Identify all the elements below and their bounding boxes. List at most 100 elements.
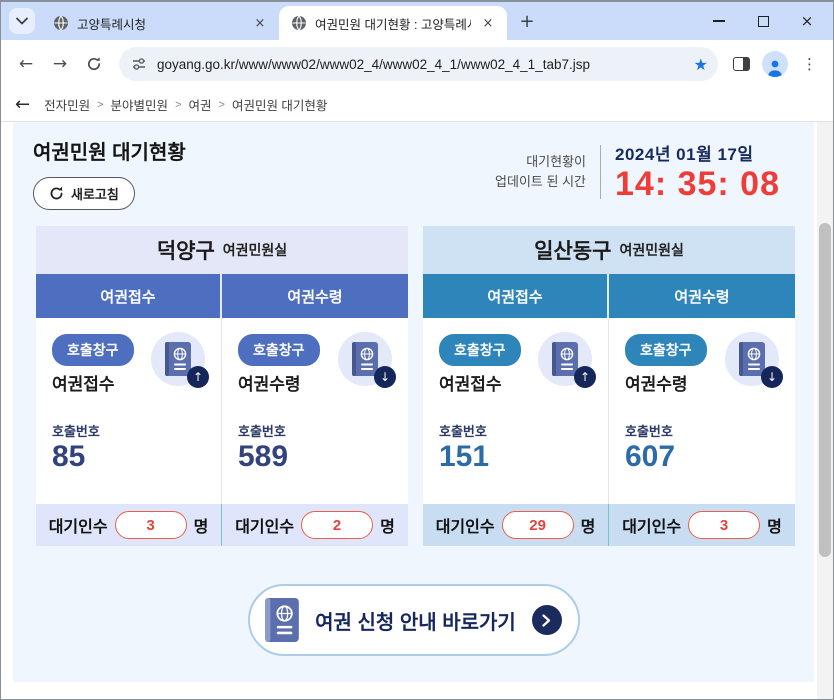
passport-status-section: 여권민원 대기현황 새로고침 대기현황이 업데이트 된 시간 [13,122,814,682]
service-cell: 호출창구 여권접수 ↑ [423,318,609,504]
maximize-button[interactable] [741,2,785,40]
breadcrumb-separator: > [219,99,225,111]
arrow-down-badge-icon: ↓ [374,366,396,388]
refresh-label: 새로고침 [71,184,119,203]
passport-icon: ↑ [151,332,205,386]
breadcrumb-item[interactable]: 여권 [189,95,212,114]
update-time-block: 대기현황이 업데이트 된 시간 2024년 01월 17일 14: 35: 08 [495,140,794,204]
waiting-label: 대기인수 [49,513,108,537]
district-name: 일산동구 [534,235,611,265]
tab-close-icon[interactable]: × [251,14,269,32]
chevron-down-icon [16,17,28,25]
waiting-unit: 명 [380,513,395,537]
profile-avatar[interactable] [762,51,788,77]
menu-button[interactable]: ⋮ [796,55,823,73]
passport-icon: ↓ [725,332,779,386]
chevron-right-icon [532,605,562,635]
breadcrumb-back-arrow[interactable]: ← [15,96,30,114]
tab-search-button[interactable] [9,8,35,34]
breadcrumb: 전자민원 > 분야별민원 > 여권 > 여권민원 대기현황 [44,95,327,114]
service-cell: 호출창구 여권접수 ↑ [36,318,222,504]
minimize-button[interactable] [697,2,741,40]
arrow-down-badge-icon: ↓ [761,366,783,388]
call-number-label: 호출번호 [439,421,592,440]
service-label: 여권접수 [52,370,134,395]
waiting-label: 대기인수 [436,513,495,537]
page-title: 여권민원 대기현황 [33,136,186,165]
forward-button[interactable]: → [45,49,75,79]
tab-strip: 고양특례시청 × 여권민원 대기현황 : 고양특례시 × + × [1,2,833,40]
passport-icon: ↓ [338,332,392,386]
reload-button[interactable] [79,49,109,79]
column-header-receive: 여권접수 [423,274,609,318]
call-number-value: 607 [625,440,779,475]
breadcrumb-separator: > [175,99,181,111]
refresh-icon [49,186,64,201]
call-window-button[interactable]: 호출창구 [439,334,521,366]
update-time-label: 대기현황이 업데이트 된 시간 [495,152,586,192]
waiting-label: 대기인수 [235,513,294,537]
url-text[interactable]: goyang.go.kr/www/www02/www02_4/www02_4_1… [157,57,684,72]
tab-goyang-city[interactable]: 고양특례시청 × [41,6,279,40]
service-label: 여권접수 [439,370,521,395]
service-cell: 호출창구 여권수령 ↓ [222,318,408,504]
breadcrumb-item[interactable]: 분야별민원 [111,95,169,114]
scrollbar-thumb[interactable] [819,223,831,557]
guide-button-label: 여권 신청 안내 바로가기 [315,606,516,635]
new-tab-button[interactable]: + [513,7,541,35]
tab-close-icon[interactable]: × [479,14,497,32]
column-header-pickup: 여권수령 [609,274,795,318]
panel-deogyang: 덕양구 여권민원실 여권접수 여권수령 호출창구 여권접수 [36,226,408,546]
site-info-icon [131,56,147,72]
district-panels: 덕양구 여권민원실 여권접수 여권수령 호출창구 여권접수 [36,226,814,546]
call-window-button[interactable]: 호출창구 [52,334,134,366]
refresh-button[interactable]: 새로고침 [33,177,135,210]
waiting-count-cell: 대기인수 3 명 [609,504,795,546]
waiting-unit: 명 [767,513,782,537]
panel-header: 일산동구 여권민원실 [423,226,795,274]
call-window-button[interactable]: 호출창구 [625,334,707,366]
update-date: 2024년 01월 17일 [615,140,780,165]
call-number-value: 589 [238,440,392,475]
tab-title: 고양특례시청 [77,14,243,33]
url-bar[interactable]: goyang.go.kr/www/www02/www02_4/www02_4_1… [119,47,718,81]
call-window-button[interactable]: 호출창구 [238,334,320,366]
side-panel-button[interactable] [733,57,750,71]
bookmark-star-icon[interactable]: ★ [694,55,708,74]
service-cell: 호출창구 여권수령 ↓ [609,318,795,504]
breadcrumb-separator: > [97,99,103,111]
waiting-label: 대기인수 [622,513,681,537]
passport-guide-button[interactable]: 여권 신청 안내 바로가기 [248,584,580,656]
district-name: 덕양구 [157,235,215,265]
call-number-value: 151 [439,440,592,475]
panel-ilsandong: 일산동구 여권민원실 여권접수 여권수령 호출창구 여권접수 [423,226,795,546]
call-number-label: 호출번호 [625,421,779,440]
page-header: 여권민원 대기현황 새로고침 대기현황이 업데이트 된 시간 [13,122,814,210]
passport-icon [265,598,299,642]
update-time: 14: 35: 08 [615,165,780,204]
waiting-count-pill: 2 [301,511,373,539]
back-button[interactable]: ← [11,49,41,79]
service-label: 여권수령 [625,370,707,395]
page-content: 여권민원 대기현황 새로고침 대기현황이 업데이트 된 시간 [1,122,833,700]
call-number-label: 호출번호 [238,421,392,440]
waiting-count-cell: 대기인수 29 명 [423,504,609,546]
globe-icon [53,15,69,31]
close-window-button[interactable]: × [785,2,829,40]
breadcrumb-item-current: 여권민원 대기현황 [232,95,327,114]
panel-header: 덕양구 여권민원실 [36,226,408,274]
waiting-count-cell: 대기인수 3 명 [36,504,222,546]
arrow-up-badge-icon: ↑ [187,366,209,388]
tab-passport-status[interactable]: 여권민원 대기현황 : 고양특례시 × [279,6,507,40]
breadcrumb-item[interactable]: 전자민원 [44,95,90,114]
vertical-divider [600,145,601,199]
waiting-unit: 명 [194,513,209,537]
waiting-count-pill: 3 [115,511,187,539]
browser-toolbar: ← → goyang.go.kr/www/www02/www02_4/www02… [1,40,833,88]
call-number-value: 85 [52,440,205,475]
scrollbar[interactable] [817,122,833,700]
column-header-receive: 여권접수 [36,274,222,318]
tab-title: 여권민원 대기현황 : 고양특례시 [315,14,471,33]
waiting-count-cell: 대기인수 2 명 [222,504,408,546]
reload-icon [86,56,102,72]
